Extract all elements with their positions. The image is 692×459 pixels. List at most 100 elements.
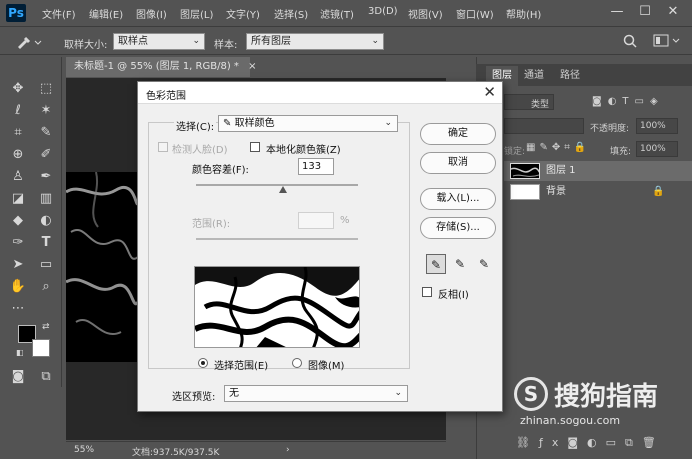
selection-preview-label: 选区预览:: [172, 392, 216, 403]
select-dropdown[interactable]: ✎ 取样颜色 ⌄: [218, 115, 398, 132]
background-color-swatch[interactable]: [32, 339, 50, 357]
fuzziness-input[interactable]: 133: [298, 158, 334, 175]
clone-stamp-tool-icon[interactable]: ♙: [7, 167, 29, 187]
select-value: 取样颜色: [234, 118, 275, 129]
fuzziness-slider-thumb[interactable]: [279, 186, 288, 193]
menu-3d[interactable]: 3D(D): [368, 6, 398, 17]
quick-mask-icon[interactable]: ◙: [7, 367, 29, 387]
save-button[interactable]: 存储(S)...: [420, 217, 496, 239]
document-canvas[interactable]: [66, 172, 138, 362]
detect-faces-checkbox[interactable]: [158, 142, 168, 152]
fuzziness-slider-track: [196, 184, 358, 186]
screen-mode-icon[interactable]: ⧉: [35, 367, 57, 387]
fill-label: 填充:: [610, 147, 632, 157]
search-icon[interactable]: [622, 33, 638, 49]
blend-mode-select[interactable]: [504, 118, 584, 134]
menu-file[interactable]: 文件(F): [42, 6, 76, 21]
zoom-tool-icon[interactable]: ⌕: [35, 277, 57, 297]
blur-tool-icon[interactable]: ◆: [7, 211, 29, 231]
document-tab[interactable]: 未标题-1 @ 55% (图层 1, RGB/8) * ×: [66, 57, 256, 77]
opacity-value: 100%: [640, 121, 666, 131]
menu-image[interactable]: 图像(I): [136, 6, 167, 21]
move-tool-icon[interactable]: ✥: [7, 79, 29, 99]
healing-brush-tool-icon[interactable]: ⊕: [7, 145, 29, 165]
menu-layer[interactable]: 图层(L): [180, 6, 213, 21]
sample-size-select[interactable]: 取样点 ⌄: [113, 33, 205, 50]
close-icon[interactable]: ✕: [483, 83, 496, 101]
sample-select[interactable]: 所有图层 ⌄: [246, 33, 384, 50]
status-menu-arrow-icon[interactable]: ›: [286, 445, 290, 455]
layer-filter-kind: 类型: [531, 100, 550, 110]
layer-name: 图层 1: [546, 165, 576, 176]
radio-image[interactable]: [292, 358, 302, 368]
toolbox: ✥ ⬚ ℓ ✶ ⌗ ✎ ⊕ ✐ ♙ ✒ ◪ ▥ ◆ ◐ ✑ T ➤ ▭ ✋ ⌕ …: [4, 57, 62, 387]
chevron-down-icon: ⌄: [192, 36, 200, 46]
ok-button[interactable]: 确定: [420, 123, 496, 145]
menu-type[interactable]: 文字(Y): [226, 6, 260, 21]
close-tab-icon[interactable]: ×: [248, 61, 256, 72]
menu-select[interactable]: 选择(S): [274, 6, 308, 21]
workspace-switcher-icon[interactable]: [652, 33, 682, 49]
localized-clusters-checkbox[interactable]: [250, 142, 260, 152]
lasso-tool-icon[interactable]: ℓ: [7, 101, 29, 121]
tab-channels[interactable]: 通道: [518, 66, 550, 86]
menu-help[interactable]: 帮助(H): [506, 6, 541, 21]
radio-selection[interactable]: [198, 358, 208, 368]
path-selection-tool-icon[interactable]: ➤: [7, 255, 29, 275]
range-input[interactable]: [298, 212, 334, 229]
close-window-button[interactable]: ✕: [662, 3, 684, 21]
layer-actions-icons[interactable]: ⛓ƒx◙◐▭⧉🗑: [516, 436, 676, 452]
layer-row[interactable]: 图层 1: [504, 161, 692, 181]
rectangle-tool-icon[interactable]: ▭: [35, 255, 57, 275]
load-button[interactable]: 载入(L)...: [420, 188, 496, 210]
zoom-level[interactable]: 55%: [74, 445, 94, 455]
status-bar: 55% 文档:937.5K/937.5K ›: [66, 441, 446, 459]
fill-input[interactable]: 100%: [636, 141, 678, 157]
invert-label: 反相(I): [438, 290, 469, 301]
invert-checkbox[interactable]: [422, 287, 432, 297]
layer-thumbnail: [510, 163, 540, 179]
crop-tool-icon[interactable]: ⌗: [7, 123, 29, 143]
layer-filter-select[interactable]: 类型: [504, 94, 554, 110]
pen-tool-icon[interactable]: ✑: [7, 233, 29, 253]
eyedropper-tool-icon[interactable]: ✎: [35, 123, 57, 143]
menu-window[interactable]: 窗口(W): [456, 6, 494, 21]
minimize-button[interactable]: —: [606, 3, 628, 21]
radio-selection-label: 选择范围(E): [214, 361, 269, 372]
layer-row[interactable]: 背景 🔒: [504, 182, 692, 202]
menu-filter[interactable]: 滤镜(T): [320, 6, 354, 21]
cancel-button[interactable]: 取消: [420, 152, 496, 174]
opacity-label: 不透明度:: [590, 124, 630, 134]
swap-colors-icon[interactable]: ⇄: [42, 322, 50, 332]
tab-paths[interactable]: 路径: [554, 66, 586, 86]
lock-icon: 🔒: [652, 186, 665, 197]
eyedropper-minus-icon[interactable]: ✎: [474, 254, 494, 274]
menu-edit[interactable]: 编辑(E): [89, 6, 123, 21]
eyedropper-plus-icon[interactable]: ✎: [450, 254, 470, 274]
layer-filter-icons[interactable]: ◙◐T▭◈: [592, 96, 688, 110]
range-label: 范围(R):: [192, 219, 231, 230]
radio-image-label: 图像(M): [308, 361, 345, 372]
selection-preview-select[interactable]: 无 ⌄: [224, 385, 408, 402]
more-tools-icon[interactable]: ⋯: [7, 299, 29, 319]
layer-name: 背景: [546, 186, 566, 197]
eyedropper-tool-preset-icon[interactable]: [14, 33, 44, 51]
selection-preview[interactable]: [194, 266, 360, 348]
default-colors-icon[interactable]: ◧: [16, 348, 24, 357]
hand-tool-icon[interactable]: ✋: [7, 277, 29, 297]
magic-wand-tool-icon[interactable]: ✶: [35, 101, 57, 121]
dodge-tool-icon[interactable]: ◐: [35, 211, 57, 231]
maximize-button[interactable]: ☐: [634, 3, 656, 21]
lock-icons[interactable]: ▦✎✥⌗🔒: [526, 142, 606, 156]
range-unit: %: [340, 215, 350, 226]
history-brush-tool-icon[interactable]: ✒: [35, 167, 57, 187]
eraser-tool-icon[interactable]: ◪: [7, 189, 29, 209]
opacity-input[interactable]: 100%: [636, 118, 678, 134]
watermark-url: zhinan.sogou.com: [520, 414, 621, 427]
brush-tool-icon[interactable]: ✐: [35, 145, 57, 165]
marquee-tool-icon[interactable]: ⬚: [35, 79, 57, 99]
eyedropper-icon[interactable]: ✎: [426, 254, 446, 274]
gradient-tool-icon[interactable]: ▥: [35, 189, 57, 209]
menu-view[interactable]: 视图(V): [408, 6, 443, 21]
type-tool-icon[interactable]: T: [35, 233, 57, 253]
